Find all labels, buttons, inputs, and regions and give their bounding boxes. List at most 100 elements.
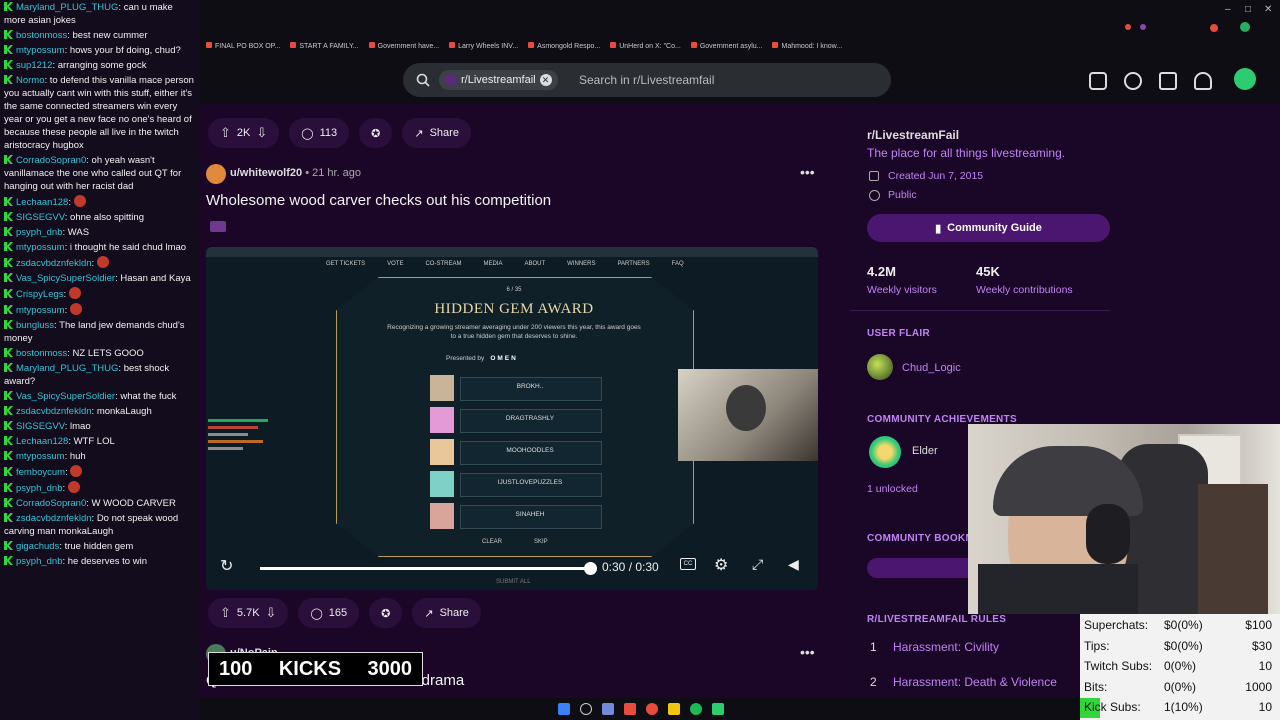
clear-button[interactable]: CLEAR <box>482 539 502 545</box>
community-description: The place for all things livestreaming. <box>867 146 1066 160</box>
settings-gear-icon[interactable]: ⚙ <box>714 555 728 575</box>
chat-username[interactable]: psyph_dnb <box>16 227 62 238</box>
chat-username[interactable]: mtypossum <box>16 305 65 316</box>
chat-username[interactable]: CorradoSopran0 <box>16 498 86 509</box>
user-avatar[interactable] <box>1234 68 1256 90</box>
comments-button[interactable]: ◯ 113 <box>289 118 350 148</box>
bookmark-item[interactable]: Asmongold Respo... <box>528 42 600 50</box>
chat-username[interactable]: CrispyLegs <box>16 289 64 300</box>
nominee-row[interactable]: BROKH.. <box>430 375 602 401</box>
bookmark-button[interactable] <box>867 558 977 578</box>
community-name[interactable]: r/LivestreamFail <box>867 128 959 142</box>
chat-username[interactable]: Vas_SpicySuperSoldier <box>16 391 115 402</box>
bookmark-label: FINAL PO BOX OP... <box>215 43 281 50</box>
downvote-icon[interactable]: ⇩ <box>256 125 267 141</box>
share-button[interactable]: ↗ Share <box>402 118 471 148</box>
nominee-row[interactable]: DRAGTRASHLY <box>430 407 602 433</box>
chat-username[interactable]: zsdacvbdznfekldn <box>16 406 92 417</box>
chat-username[interactable]: CorradoSopran0 <box>16 155 86 166</box>
skip-button[interactable]: SKIP <box>534 539 548 545</box>
replay-icon[interactable]: ↻ <box>220 556 233 576</box>
upvote-icon[interactable]: ⇧ <box>220 125 231 141</box>
subreddit-chip[interactable]: r/Livestreamfail ✕ <box>439 70 558 90</box>
chat-username[interactable]: sup1212 <box>16 60 52 71</box>
nominee-row[interactable]: MOOHOODLES <box>430 439 602 465</box>
chat-username[interactable]: SIGSEGVV <box>16 421 65 432</box>
video-player[interactable]: GET TICKETS VOTE CO-STREAM MEDIA ABOUT WINNER… <box>206 247 818 590</box>
create-post-icon[interactable] <box>1159 72 1177 90</box>
discord-icon[interactable] <box>602 703 614 715</box>
bookmark-item[interactable]: Larry Wheels INV... <box>449 42 518 50</box>
chat-username[interactable]: zsdacvbdznfekldn <box>16 513 92 524</box>
extension-icon[interactable] <box>1125 24 1131 30</box>
chat-username[interactable]: mtypossum <box>16 45 65 56</box>
spotify-icon[interactable] <box>690 703 702 715</box>
chat-username[interactable]: SIGSEGVV <box>16 212 65 223</box>
community-guide-button[interactable]: ▮ Community Guide <box>867 214 1110 242</box>
chat-username[interactable]: gigachuds <box>16 541 59 552</box>
award-button[interactable]: ✪ <box>369 598 403 628</box>
chat-username[interactable]: Normo <box>16 75 45 86</box>
bookmark-item[interactable]: Government asylu... <box>690 42 762 50</box>
extension-icon[interactable] <box>1210 24 1218 32</box>
bookmark-item[interactable]: START A FAMILY... <box>290 42 359 50</box>
chat-username[interactable]: femboycum <box>16 467 65 478</box>
search-bar[interactable]: r/Livestreamfail ✕ Search in r/Livestrea… <box>403 63 891 97</box>
app-icon[interactable] <box>712 703 724 715</box>
app-icon[interactable] <box>624 703 636 715</box>
close-icon[interactable]: ✕ <box>1264 4 1272 15</box>
comments-button[interactable]: ◯ 165 <box>298 598 360 628</box>
downvote-icon[interactable]: ⇩ <box>266 605 277 621</box>
chat-username[interactable]: Lechaan128 <box>16 197 68 208</box>
chat-username[interactable]: mtypossum <box>16 451 65 462</box>
search-input[interactable]: Search in r/Livestreamfail <box>579 73 714 87</box>
minimize-icon[interactable]: – <box>1225 4 1231 15</box>
progress-track[interactable] <box>260 562 597 575</box>
start-menu-icon[interactable] <box>558 703 570 715</box>
chat-username[interactable]: mtypossum <box>16 242 65 253</box>
profile-icon[interactable] <box>1240 22 1250 32</box>
flair-name[interactable]: Chud_Logic <box>902 362 961 374</box>
captions-icon[interactable]: CC <box>680 558 696 570</box>
achievements-unlocked[interactable]: 1 unlocked <box>867 483 918 495</box>
chat-username[interactable]: bostonmoss <box>16 30 67 41</box>
chat-message: zsdacvbdznfekldn: <box>0 255 200 271</box>
chat-username[interactable]: bostonmoss <box>16 348 67 359</box>
bookmark-item[interactable]: Mahmood: I know... <box>772 42 842 50</box>
folder-icon[interactable] <box>668 703 680 715</box>
chat-message: zsdacvbdznfekldn: Do not speak wood carv… <box>0 511 200 539</box>
more-options-icon[interactable]: ••• <box>800 164 815 180</box>
bookmark-item[interactable]: Government have... <box>368 42 439 50</box>
stat-label: Superchats: <box>1084 618 1149 632</box>
author-name[interactable]: u/whitewolf20 <box>230 167 302 179</box>
nominee-row[interactable]: SINAHEH <box>430 503 602 529</box>
chat-username[interactable]: Vas_SpicySuperSoldier <box>16 273 115 284</box>
advertise-icon[interactable] <box>1089 72 1107 90</box>
upvote-icon[interactable]: ⇧ <box>220 605 231 621</box>
award-button[interactable]: ✪ <box>359 118 393 148</box>
more-options-icon[interactable]: ••• <box>800 644 815 660</box>
search-icon[interactable] <box>580 703 592 715</box>
volume-icon[interactable]: ◀ <box>788 556 799 573</box>
chat-icon[interactable] <box>1124 72 1142 90</box>
author-avatar[interactable] <box>206 164 226 184</box>
chat-username[interactable]: psyph_dnb <box>16 556 62 567</box>
post-title[interactable]: Wholesome wood carver checks out his com… <box>206 192 551 209</box>
bookmark-item[interactable]: UnHerd on X: "Co... <box>610 42 681 50</box>
maximize-icon[interactable]: □ <box>1245 4 1251 15</box>
chat-username[interactable]: Lechaan128 <box>16 436 68 447</box>
chat-username[interactable]: psyph_dnb <box>16 483 62 494</box>
clear-chip-icon[interactable]: ✕ <box>539 74 552 86</box>
nominee-row[interactable]: IJUSTLOVEPUZZLES <box>430 471 602 497</box>
chrome-icon[interactable] <box>646 703 658 715</box>
extension-icon[interactable] <box>1140 24 1146 30</box>
chat-username[interactable]: zsdacvbdznfekldn <box>16 258 92 269</box>
chat-username[interactable]: Maryland_PLUG_THUG <box>16 363 118 374</box>
fullscreen-icon[interactable]: ⤢ <box>752 556 763 573</box>
chat-username[interactable]: bungluss <box>16 320 54 331</box>
progress-handle[interactable] <box>584 562 597 575</box>
bookmark-item[interactable]: FINAL PO BOX OP... <box>206 42 280 50</box>
share-button[interactable]: ↗ Share <box>412 598 481 628</box>
notification-bell-icon[interactable] <box>1194 72 1212 90</box>
chat-username[interactable]: Maryland_PLUG_THUG <box>16 2 118 13</box>
